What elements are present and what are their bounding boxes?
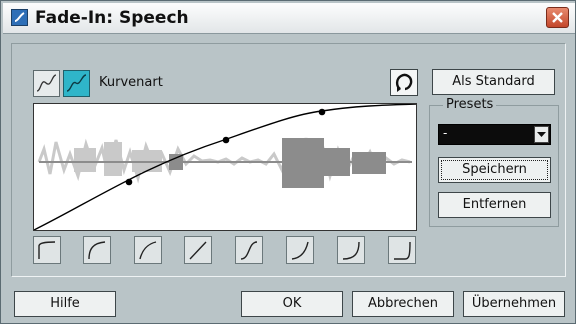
curve-point[interactable] (222, 136, 230, 144)
curve-point[interactable] (125, 178, 133, 186)
shape-preset-button-3[interactable] (134, 236, 162, 264)
presets-selected-value: - (443, 126, 448, 140)
reset-curve-icon (395, 73, 413, 92)
uebernehmen-button[interactable]: Übernehmen (463, 291, 565, 317)
presets-dropdown[interactable]: - (438, 124, 551, 145)
spline-curve-button[interactable] (33, 70, 60, 97)
dropdown-arrow-button[interactable] (534, 126, 549, 143)
shape-preset-button-8[interactable] (388, 236, 416, 264)
abbrechen-button[interactable]: Abbrechen (352, 291, 454, 317)
shape-5-icon (240, 241, 258, 260)
hilfe-button[interactable]: Hilfe (14, 291, 116, 317)
shape-preset-button-2[interactable] (83, 236, 111, 264)
fade-in-dialog: Fade-In: Speech Kurvenart Als Standard P… (0, 0, 576, 324)
presets-label: Presets (443, 97, 497, 112)
app-icon (11, 9, 28, 26)
curve-type-label: Kurvenart (99, 75, 163, 90)
shape-1-icon (38, 241, 56, 259)
reset-curve-button[interactable] (390, 69, 418, 96)
waveform-display (34, 104, 416, 230)
title-bar[interactable]: Fade-In: Speech (3, 3, 575, 34)
als-standard-button[interactable]: Als Standard (432, 69, 555, 95)
damped-spline-curve-button[interactable] (63, 70, 90, 97)
shape-preset-button-1[interactable] (33, 236, 61, 264)
shape-7-icon (342, 241, 360, 260)
shape-2-icon (88, 241, 106, 260)
entfernen-button[interactable]: Entfernen (438, 192, 551, 218)
window-title: Fade-In: Speech (35, 8, 189, 28)
speichern-button[interactable]: Speichern (438, 157, 551, 183)
shape-preset-button-4[interactable] (184, 236, 212, 264)
close-button[interactable] (546, 7, 569, 28)
shape-preset-button-7[interactable] (337, 236, 365, 264)
shape-3-icon (139, 241, 157, 260)
damped-spline-curve-icon (66, 74, 87, 92)
shape-8-icon (394, 241, 411, 260)
shape-preset-button-6[interactable] (286, 236, 314, 264)
shape-preset-button-5[interactable] (235, 236, 263, 264)
shape-6-icon (291, 241, 309, 260)
chevron-down-icon (537, 132, 546, 137)
close-icon (552, 12, 563, 23)
shape-4-icon (189, 241, 207, 260)
fade-curve-graph[interactable] (33, 103, 417, 231)
curve-point[interactable] (318, 108, 326, 116)
ok-button[interactable]: OK (241, 291, 343, 317)
spline-curve-icon (36, 74, 57, 92)
waveform (37, 137, 412, 188)
